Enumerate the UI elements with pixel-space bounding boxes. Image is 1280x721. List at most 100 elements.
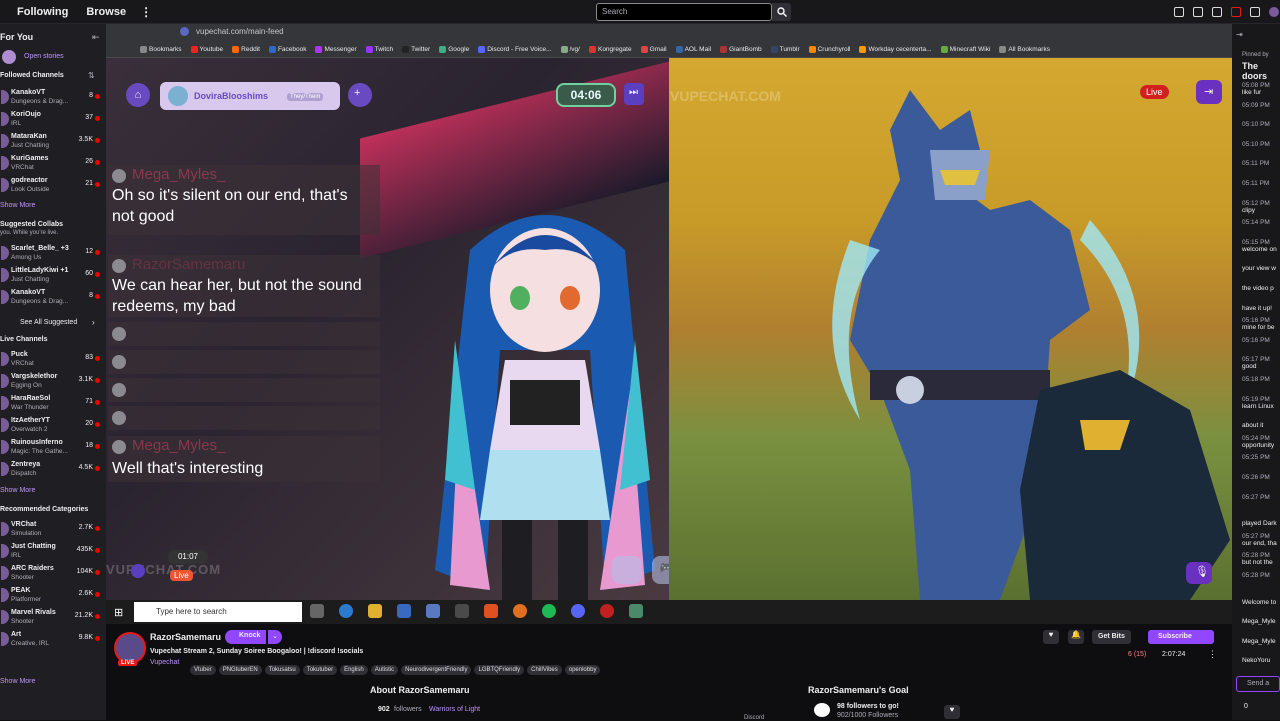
inbox-icon[interactable] [1212, 7, 1222, 17]
show-more-followed[interactable]: Show More [0, 202, 35, 209]
bookmark-item[interactable]: Facebook [268, 46, 306, 53]
expand-chat-icon[interactable]: ⇥ [1236, 30, 1243, 39]
sidebar-item[interactable]: Just Chatting IRL 435K [0, 540, 104, 562]
sidebar-item[interactable]: Scarlet_Belle_ +3 Among Us 12 [0, 242, 104, 264]
sidebar-item[interactable]: ItzAetherYT Overwatch 2 20 [0, 414, 104, 436]
store-icon[interactable] [397, 604, 411, 618]
stream-tag[interactable]: Tokusatsu [264, 665, 300, 675]
team-link[interactable]: Warriors of Light [429, 706, 480, 713]
sidebar-item[interactable]: Puck VRChat 83 [0, 348, 104, 370]
stream-tag[interactable]: Tokutuber [302, 665, 338, 675]
bookmark-item[interactable]: /vg/ [560, 46, 580, 53]
knock-dropdown[interactable]: ⌄ [268, 630, 282, 644]
taskbar-search-input[interactable]: Type here to search [134, 602, 302, 622]
get-bits-button[interactable]: Get Bits [1092, 630, 1131, 644]
bookmark-item[interactable]: AOL Mail [675, 46, 711, 53]
notifications-icon[interactable] [1231, 7, 1241, 17]
sidebar-item[interactable]: KanakoVT Dungeons & Drag... 8 [0, 86, 104, 108]
sidebar-item[interactable]: KuriGames VRChat 26 [0, 152, 104, 174]
whispers-icon[interactable] [1250, 7, 1260, 17]
chrome-icon[interactable] [455, 604, 469, 618]
sidebar-item[interactable]: godreactor Look Outside 21 [0, 174, 104, 196]
sidebar-item[interactable]: MataraKan Just Chatting 3.5K [0, 130, 104, 152]
bookmark-item[interactable]: Reddit [232, 46, 260, 53]
bookmark-item[interactable]: Discord - Free Voice... [478, 46, 552, 53]
add-user-button[interactable]: + [348, 83, 372, 107]
search-button[interactable] [772, 3, 791, 21]
sidebar-item[interactable]: PEAK Platformer 2.6K [0, 584, 104, 606]
bookmark-item[interactable]: Twitter [402, 46, 430, 53]
spotify-icon[interactable] [542, 604, 556, 618]
bookmark-item[interactable]: Youtube [190, 46, 223, 53]
category-link[interactable]: Vupechat [150, 659, 179, 666]
file-explorer-icon[interactable] [368, 604, 382, 618]
channel-name[interactable]: RazorSamemaru [150, 632, 221, 642]
mail-icon[interactable] [426, 604, 440, 618]
firefox-icon[interactable] [513, 604, 527, 618]
see-all-suggested[interactable]: See All Suggested [20, 319, 77, 326]
sidebar-item[interactable]: LittleLadyKiwi +1 Just Chatting 60 [0, 264, 104, 286]
heart-icon[interactable]: ♥ [1043, 630, 1059, 644]
app-icon[interactable] [629, 604, 643, 618]
stream-tag[interactable]: ChillVibes [527, 665, 562, 675]
sidebar-item[interactable]: Zentreya Dispatch 4.5K [0, 458, 104, 480]
exit-button[interactable]: ⇥ [1196, 80, 1222, 104]
bookmark-item[interactable]: Kongregate [588, 46, 632, 53]
task-view-icon[interactable] [310, 604, 324, 618]
avatar[interactable] [1269, 7, 1279, 17]
stories-avatar[interactable] [2, 50, 16, 64]
obs-icon[interactable] [600, 604, 614, 618]
stream-tag[interactable]: NeurodivergentFriendly [401, 665, 472, 675]
bookmark-item[interactable]: Tumblr [770, 46, 800, 53]
skip-button[interactable]: ⏭ [624, 83, 644, 105]
bell-icon[interactable]: 🔔 [1068, 630, 1084, 644]
stream-tag[interactable]: LGBTQFriendly [474, 665, 525, 675]
discord-link[interactable]: Discord [744, 715, 764, 721]
sidebar-item[interactable]: RuinousInferno Magic: The Gathe... 18 [0, 436, 104, 458]
sidebar-item[interactable]: HaraRaeSol War Thunder 71 [0, 392, 104, 414]
subscribe-button[interactable]: Subscribe [1148, 630, 1214, 644]
bookmark-item[interactable]: Workday cecenterta... [859, 46, 932, 53]
user-pill[interactable]: DoviraBlooshims They/Them [160, 82, 340, 110]
record-button[interactable] [131, 564, 145, 578]
stream-tag[interactable]: English [340, 665, 368, 675]
bookmark-item[interactable]: Minecraft Wiki [940, 46, 990, 53]
discord-icon[interactable] [571, 604, 585, 618]
sidebar-item[interactable]: KanakoVT Dungeons & Drag... 8 [0, 286, 104, 308]
knock-button[interactable]: Knock [225, 630, 267, 644]
bookmark-item[interactable]: All Bookmarks [999, 46, 1050, 53]
search-input[interactable]: Search [596, 3, 772, 21]
home-button[interactable]: ⌂ [126, 83, 150, 107]
sidebar-item[interactable]: Marvel Rivals Shooter 21.2K [0, 606, 104, 628]
bookmark-item[interactable]: Messenger [315, 46, 357, 53]
nav-browse[interactable]: Browse [86, 6, 126, 18]
sidebar-item[interactable]: ARC Raiders Shooter 104K [0, 562, 104, 584]
edge-icon[interactable] [339, 604, 353, 618]
sidebar-item[interactable]: Vargskelethor Egging On 3.1K [0, 370, 104, 392]
bookmark-item[interactable]: Gmail [640, 46, 667, 53]
more-options-icon[interactable]: ⋮ [1208, 649, 1217, 660]
channel-points[interactable]: 0 [1244, 703, 1248, 710]
sort-icon[interactable]: ⇅ [88, 71, 95, 80]
stream-tag[interactable]: PNGtuberEN [218, 665, 262, 675]
stream-tag[interactable]: Vtuber [190, 665, 216, 675]
nav-following[interactable]: Following [17, 6, 68, 18]
goal-heart-icon[interactable]: ♥ [944, 705, 960, 719]
stream-tag[interactable]: Autistic [370, 665, 399, 675]
show-more-categories[interactable]: Show More [0, 678, 35, 685]
bits-icon[interactable] [1193, 7, 1203, 17]
chat-input[interactable]: Send a [1236, 676, 1280, 692]
stream-tag[interactable]: openlobby [564, 665, 601, 675]
sidebar-item[interactable]: KoriOujo IRL 37 [0, 108, 104, 130]
windows-start-icon[interactable]: ⊞ [114, 606, 123, 619]
show-more-live[interactable]: Show More [0, 487, 35, 494]
bookmark-item[interactable]: Crunchyroll [808, 46, 850, 53]
open-stories-link[interactable]: Open stories [24, 53, 64, 60]
bookmark-item[interactable]: Google [439, 46, 469, 53]
bookmark-item[interactable]: GiantBomb [720, 46, 762, 53]
mic-button[interactable]: 🎙 [1186, 562, 1212, 584]
sidebar-item[interactable]: Art Creative, IRL 9.8K [0, 628, 104, 650]
more-icon[interactable]: ⋮ [140, 5, 152, 19]
bookmark-item[interactable]: Twitch [365, 46, 393, 53]
cube-button[interactable] [612, 556, 642, 584]
